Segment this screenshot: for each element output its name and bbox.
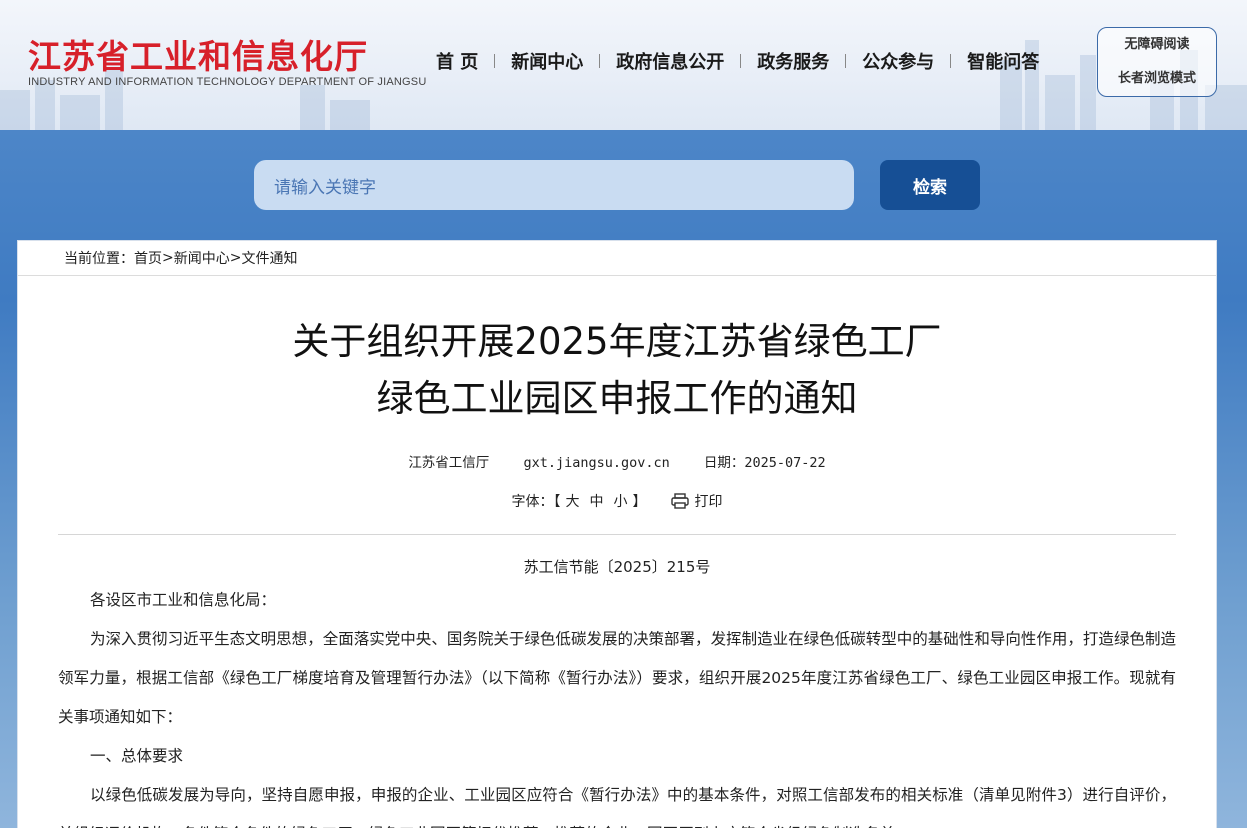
article-meta: 江苏省工信厅 gxt.jiangsu.gov.cn 日期：2025-07-22 (18, 451, 1216, 471)
nav-news-center[interactable]: 新闻中心 (495, 48, 599, 74)
font-size-label: 字体：【 (511, 494, 561, 510)
article-paragraph: 以绿色低碳发展为导向，坚持自愿申报，申报的企业、工业园区应符合《暂行办法》中的基… (58, 786, 1176, 828)
article-divider (58, 534, 1176, 535)
printer-icon (670, 493, 689, 509)
font-large-button[interactable]: 大 (566, 491, 580, 511)
print-label: 打印 (694, 494, 723, 510)
font-size-bracket-end: 】 (632, 494, 647, 510)
article-title-line2: 绿色工业园区申报工作的通知 (376, 377, 858, 420)
breadcrumb: 当前位置： 首页 > 新闻中心 > 文件通知 (18, 241, 1216, 276)
article-paragraph: 为深入贯彻习近平生态文明思想，全面落实党中央、国务院关于绿色低碳发展的决策部署，… (58, 630, 1176, 726)
search-button[interactable]: 检索 (880, 160, 980, 210)
elder-mode-button[interactable]: 长者浏览模式 (1118, 62, 1196, 96)
article-paragraph: 各设区市工业和信息化局： (90, 591, 277, 609)
breadcrumb-home[interactable]: 首页 (134, 248, 162, 268)
breadcrumb-label: 当前位置： (64, 251, 134, 267)
article-title: 关于组织开展2025年度江苏省绿色工厂 绿色工业园区申报工作的通知 (18, 313, 1216, 427)
nav-smart-qa[interactable]: 智能问答 (951, 48, 1055, 74)
document-number: 苏工信节能〔2025〕215号 (523, 558, 711, 576)
main-nav: 首 页 新闻中心 政府信息公开 政务服务 公众参与 智能问答 (420, 48, 1055, 74)
article-site: gxt.jiangsu.gov.cn (523, 455, 670, 471)
article-date-label: 日期： (703, 455, 745, 471)
site-logo-subtitle: INDUSTRY AND INFORMATION TECHNOLOGY DEPA… (28, 76, 427, 88)
accessibility-reading-button[interactable]: 无障碍阅读 (1124, 28, 1189, 62)
article-date-value: 2025-07-22 (744, 455, 826, 471)
article-panel: 当前位置： 首页 > 新闻中心 > 文件通知 关于组织开展2025年度江苏省绿色… (17, 240, 1217, 828)
nav-government-info[interactable]: 政府信息公开 (600, 48, 740, 74)
breadcrumb-separator: > (229, 250, 242, 266)
site-header: 江苏省工业和信息化厅 INDUSTRY AND INFORMATION TECH… (0, 0, 1247, 130)
article-date: 日期：2025-07-22 (704, 455, 826, 471)
accessibility-panel: 无障碍阅读 长者浏览模式 (1097, 27, 1217, 97)
nav-public-participation[interactable]: 公众参与 (846, 48, 950, 74)
font-medium-button[interactable]: 中 (590, 491, 604, 511)
article-body: 各设区市工业和信息化局： 为深入贯彻习近平生态文明思想，全面落实党中央、国务院关… (58, 581, 1176, 828)
print-button[interactable]: 打印 (670, 491, 723, 511)
article-source: 江苏省工信厅 (408, 455, 490, 471)
article-title-line1: 关于组织开展2025年度江苏省绿色工厂 (292, 320, 942, 363)
article-paragraph: 一、总体要求 (90, 747, 184, 765)
font-small-button[interactable]: 小 (614, 491, 628, 511)
site-logo-title[interactable]: 江苏省工业和信息化厅 (28, 30, 368, 78)
search-input[interactable]: 请输入关键字 (254, 160, 854, 210)
breadcrumb-news-center[interactable]: 新闻中心 (174, 248, 230, 268)
nav-home[interactable]: 首 页 (420, 48, 494, 74)
font-size-toolbar: 字体：【 大 中 小 】 打印 (18, 491, 1216, 511)
nav-government-services[interactable]: 政务服务 (741, 48, 845, 74)
breadcrumb-separator: > (162, 250, 174, 266)
breadcrumb-notices[interactable]: 文件通知 (241, 248, 297, 268)
